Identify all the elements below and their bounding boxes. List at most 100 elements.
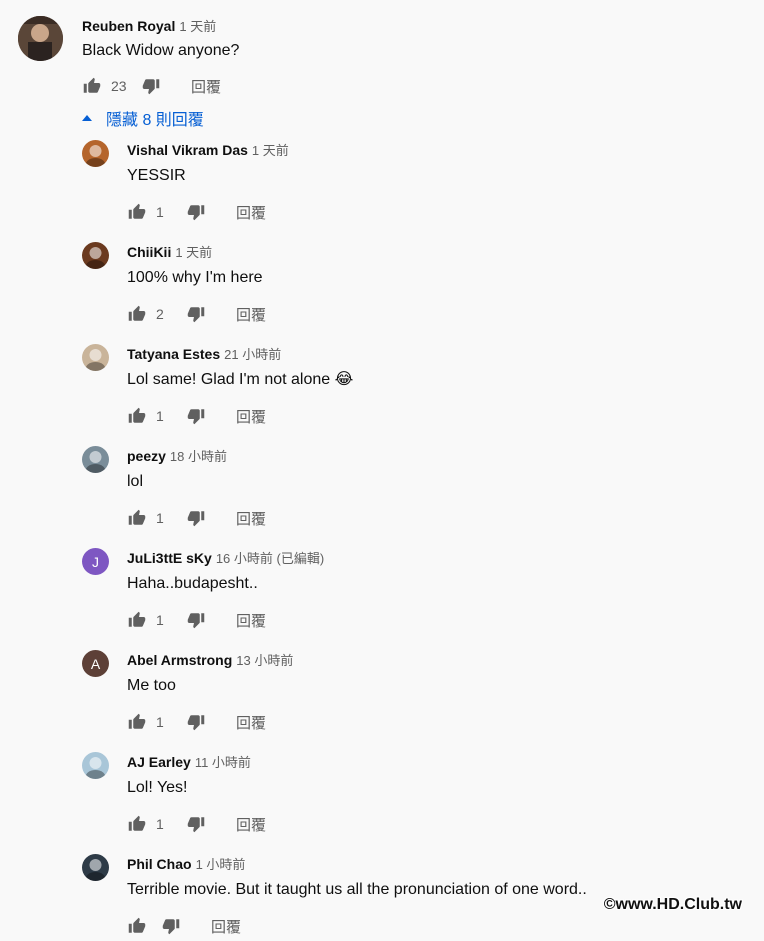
- reply-item: AJ Earley 11 小時前 Lol! Yes! 1 回覆: [0, 752, 764, 852]
- author-name[interactable]: Abel Armstrong: [127, 652, 232, 668]
- timestamp[interactable]: 13 小時前: [236, 653, 293, 668]
- like-button[interactable]: [127, 304, 147, 324]
- timestamp[interactable]: 21 小時前: [224, 347, 281, 362]
- author-name[interactable]: Vishal Vikram Das: [127, 142, 248, 158]
- author-name[interactable]: Tatyana Estes: [127, 346, 220, 362]
- comment-text: Me too: [127, 677, 176, 694]
- reply-button[interactable]: 回覆: [236, 202, 266, 223]
- like-count: 1: [156, 510, 164, 526]
- reply-button[interactable]: 回覆: [211, 916, 241, 937]
- author-name[interactable]: JuLi3ttE sKy: [127, 550, 212, 566]
- thumbs-up-icon: [83, 77, 101, 93]
- comment-actions: 回覆: [127, 916, 241, 936]
- like-button[interactable]: [127, 508, 147, 528]
- dislike-button[interactable]: [186, 508, 206, 528]
- avatar[interactable]: [18, 16, 63, 61]
- comment-header: Vishal Vikram Das 1 天前: [127, 141, 289, 160]
- reply-button[interactable]: 回覆: [236, 508, 266, 529]
- avatar-image: [85, 349, 106, 371]
- like-count: 1: [156, 816, 164, 832]
- like-count: 1: [156, 408, 164, 424]
- comment-text: YESSIR: [127, 167, 186, 184]
- comment-text: lol: [127, 473, 144, 490]
- author-name[interactable]: Phil Chao: [127, 856, 192, 872]
- timestamp[interactable]: 1 天前: [175, 245, 212, 260]
- thumbs-down-icon: [162, 919, 180, 935]
- dislike-button[interactable]: [186, 406, 206, 426]
- comment-header: Phil Chao 1 小時前: [127, 855, 245, 874]
- avatar-image: [18, 16, 63, 61]
- avatar-image: [85, 451, 106, 473]
- timestamp[interactable]: 1 天前: [252, 143, 289, 158]
- watermark: ©www.HD.Club.tw: [603, 896, 742, 913]
- reply-button[interactable]: 回覆: [236, 304, 266, 325]
- comment-actions: 1 回覆: [127, 814, 266, 834]
- dislike-button[interactable]: [161, 916, 181, 936]
- thumbs-up-icon: [128, 611, 146, 627]
- comment-header: ChiiKii 1 天前: [127, 243, 212, 262]
- reply-button[interactable]: 回覆: [236, 814, 266, 835]
- timestamp[interactable]: 1 小時前: [196, 857, 246, 872]
- like-button[interactable]: [127, 916, 147, 936]
- comment-header: Tatyana Estes 21 小時前: [127, 345, 281, 364]
- avatar[interactable]: [82, 344, 109, 371]
- dislike-button[interactable]: [186, 202, 206, 222]
- thumbs-down-icon: [187, 817, 205, 833]
- author-name[interactable]: peezy: [127, 448, 166, 464]
- like-button[interactable]: [127, 814, 147, 834]
- comment-text: Terrible movie. But it taught us all the…: [127, 881, 587, 898]
- thumbs-down-icon: [187, 613, 205, 629]
- timestamp[interactable]: 18 小時前: [170, 449, 227, 464]
- comment-actions: 2 回覆: [127, 304, 266, 324]
- like-button[interactable]: [127, 202, 147, 222]
- timestamp[interactable]: 1 天前: [179, 19, 216, 34]
- comment-text: Haha..budapesht..: [127, 575, 258, 592]
- thumbs-down-icon: [142, 79, 160, 95]
- thumbs-down-icon: [187, 307, 205, 323]
- avatar[interactable]: [82, 752, 109, 779]
- reply-button[interactable]: 回覆: [236, 712, 266, 733]
- comment-actions: 1 回覆: [127, 610, 266, 630]
- avatar[interactable]: [82, 242, 109, 269]
- comment-header: Reuben Royal 1 天前: [82, 17, 216, 36]
- like-count: 1: [156, 204, 164, 220]
- reply-button[interactable]: 回覆: [191, 76, 221, 97]
- thumbs-down-icon: [187, 409, 205, 425]
- caret-up-icon: [82, 115, 92, 121]
- hide-replies-toggle[interactable]: 隱藏 8 則回覆: [82, 106, 204, 130]
- avatar[interactable]: A: [82, 650, 109, 677]
- hide-replies-label: 隱藏 8 則回覆: [106, 112, 204, 129]
- timestamp[interactable]: 16 小時前 (已編輯): [216, 551, 324, 566]
- avatar-image: [85, 757, 106, 779]
- dislike-button[interactable]: [186, 610, 206, 630]
- avatar[interactable]: J: [82, 548, 109, 575]
- comment-text: Black Widow anyone?: [82, 42, 240, 59]
- thumbs-up-icon: [128, 305, 146, 321]
- avatar[interactable]: [82, 446, 109, 473]
- dislike-button[interactable]: [186, 304, 206, 324]
- like-button[interactable]: [127, 712, 147, 732]
- like-button[interactable]: [127, 610, 147, 630]
- like-button[interactable]: [127, 406, 147, 426]
- comment-text: Lol! Yes!: [127, 779, 188, 796]
- thumbs-down-icon: [187, 715, 205, 731]
- dislike-button[interactable]: [186, 712, 206, 732]
- avatar-image: [85, 859, 106, 881]
- avatar-letter: J: [92, 553, 99, 570]
- author-name[interactable]: AJ Earley: [127, 754, 191, 770]
- reply-button[interactable]: 回覆: [236, 610, 266, 631]
- timestamp[interactable]: 11 小時前: [195, 755, 251, 770]
- dislike-button[interactable]: [186, 814, 206, 834]
- comment-header: Abel Armstrong 13 小時前: [127, 651, 293, 670]
- dislike-button[interactable]: [141, 76, 161, 96]
- reply-button[interactable]: 回覆: [236, 406, 266, 427]
- top-comment: Reuben Royal 1 天前 Black Widow anyone? 23 …: [0, 0, 764, 100]
- reply-item: A Abel Armstrong 13 小時前 Me too 1 回覆: [0, 650, 764, 750]
- author-name[interactable]: ChiiKii: [127, 244, 171, 260]
- comment-actions: 1 回覆: [127, 712, 266, 732]
- like-button[interactable]: [82, 76, 102, 96]
- avatar[interactable]: [82, 140, 109, 167]
- comment-actions: 1 回覆: [127, 202, 266, 222]
- avatar[interactable]: [82, 854, 109, 881]
- author-name[interactable]: Reuben Royal: [82, 18, 175, 34]
